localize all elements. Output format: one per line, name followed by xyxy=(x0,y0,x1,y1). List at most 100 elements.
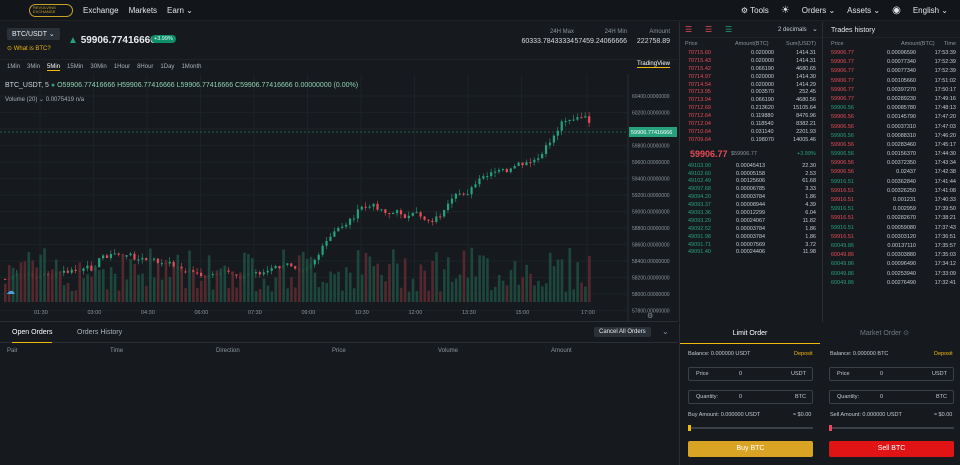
timeframe-15min[interactable]: 15Min xyxy=(67,64,83,70)
nav-earn[interactable]: Earn ⌄ xyxy=(167,6,193,15)
orderbook-row[interactable]: 49094.20 0.00003784 1.86 xyxy=(680,194,821,202)
volume-bar xyxy=(470,247,474,302)
theme-toggle-icon[interactable]: ☀ xyxy=(781,5,790,16)
buy-quantity-field[interactable]: Quantity: 0 BTC xyxy=(688,390,813,404)
orderbook-row[interactable]: 70715.42 0.066190 4680.65 xyxy=(680,66,821,74)
volume-bar xyxy=(27,252,31,302)
trade-row: 59906.77 0.00289230 17:49:16 xyxy=(823,96,960,105)
timeframe-1day[interactable]: 1Day xyxy=(160,64,174,70)
orderbook-row[interactable]: 70710.64 0.031140 2201.93 xyxy=(680,129,821,137)
decimals-select[interactable]: 2 decimals xyxy=(778,27,807,33)
orders-menu[interactable]: Orders ⌄ xyxy=(802,6,835,15)
orderbook-row[interactable]: 70713.95 0.003570 252.45 xyxy=(680,89,821,97)
nav-markets[interactable]: Markets xyxy=(129,6,157,15)
mid-price-change: +3.99% xyxy=(797,150,816,157)
tradingview-tab[interactable]: TradingView xyxy=(636,61,670,68)
orderbook-row[interactable]: 70715.60 0.020000 1414.31 xyxy=(680,50,821,58)
candle xyxy=(227,270,230,272)
orderbook-row[interactable]: 70712.64 0.119880 8476.96 xyxy=(680,113,821,121)
volume-bar xyxy=(113,273,117,302)
orderbook-row[interactable]: 49097.68 0.00006785 3.33 xyxy=(680,186,821,194)
sell-slider[interactable] xyxy=(829,425,954,431)
candle xyxy=(580,117,583,119)
volume-bar xyxy=(501,280,505,302)
orderbook-row[interactable]: 70712.69 0.213620 15105.64 xyxy=(680,105,821,113)
user-icon[interactable]: ◉ xyxy=(892,5,901,16)
ob-price: 49092.52 xyxy=(688,225,711,232)
chart-area[interactable]: 60400.0000000060200.0000000060000.000000… xyxy=(0,74,678,322)
volume-bar xyxy=(537,280,540,302)
layout-bids-icon[interactable]: ☰ xyxy=(725,25,732,34)
tab-orders-history[interactable]: Orders History xyxy=(77,329,122,336)
volume-bar xyxy=(180,268,183,302)
buy-slider-handle[interactable] xyxy=(688,425,691,431)
layout-both-icon[interactable]: ☰ xyxy=(685,25,692,34)
stat-low-label: 24H Min xyxy=(604,29,627,35)
buy-price-field[interactable]: Price 0 USDT xyxy=(688,367,813,381)
cancel-all-button[interactable]: Cancel All Orders xyxy=(594,327,651,337)
timeframe-1min[interactable]: 1Min xyxy=(7,64,20,70)
timeframe-1month[interactable]: 1Month xyxy=(181,64,201,70)
orderbook-row[interactable]: 49102.60 0.00005158 2.53 xyxy=(680,171,821,179)
candle xyxy=(290,263,293,267)
language-menu[interactable]: English ⌄ xyxy=(913,6,948,15)
orderbook-row[interactable]: 70712.04 0.118540 8382.21 xyxy=(680,121,821,129)
orderbook-row[interactable]: 49091.98 0.00003784 1.86 xyxy=(680,234,821,242)
chevron-down-icon[interactable]: ⌄ xyxy=(812,25,818,33)
candle xyxy=(443,210,446,217)
tab-limit-order[interactable]: Limit Order xyxy=(680,323,820,344)
sell-button[interactable]: Sell BTC xyxy=(829,441,954,457)
buy-button[interactable]: Buy BTC xyxy=(688,441,813,457)
ob-sum: 15105.64 xyxy=(793,105,816,112)
tools-menu[interactable]: ⚙ Tools xyxy=(741,6,769,15)
orderbook-row[interactable]: 70714.54 0.020000 1414.29 xyxy=(680,82,821,90)
volume-bar xyxy=(435,252,438,302)
volume-bar xyxy=(70,291,74,302)
orderbook-row[interactable]: 70713.94 0.066190 4680.56 xyxy=(680,97,821,105)
orders-col-price: Price xyxy=(332,348,346,354)
trades-col-1: Amount(BTC) xyxy=(901,41,935,47)
assets-menu[interactable]: Assets ⌄ xyxy=(847,6,880,15)
trade-time: 17:52:39 xyxy=(934,59,956,66)
ohlc-open: O59906.77416666 xyxy=(57,82,116,89)
nav-exchange[interactable]: Exchange xyxy=(83,6,119,15)
ob-sum: 22.30 xyxy=(802,162,816,169)
orderbook-row[interactable]: 70709.64 0.198070 14005.46 xyxy=(680,137,821,145)
orderbook-row[interactable]: 49093.29 0.00024067 11.82 xyxy=(680,218,821,226)
buy-deposit-link[interactable]: Deposit xyxy=(794,351,813,357)
timeframe-30min[interactable]: 30Min xyxy=(90,64,106,70)
orderbook-row[interactable]: 49103.90 0.00045413 22.30 xyxy=(680,163,821,171)
buy-slider[interactable] xyxy=(688,425,813,431)
candle xyxy=(415,212,418,214)
orderbook-row[interactable]: 49092.52 0.00003784 1.86 xyxy=(680,226,821,234)
timeframe-1hour[interactable]: 1Hour xyxy=(114,64,130,70)
orderbook-row[interactable]: 70714.97 0.020000 1414.30 xyxy=(680,74,821,82)
what-is-link[interactable]: ⊙ What is BTC? xyxy=(7,45,51,52)
orderbook-row[interactable]: 49093.36 0.00012299 6.04 xyxy=(680,210,821,218)
sell-deposit-link[interactable]: Deposit xyxy=(934,351,953,357)
tab-open-orders[interactable]: Open Orders xyxy=(12,329,53,343)
orderbook-row[interactable]: 49102.49 0.00125606 61.68 xyxy=(680,178,821,186)
volume-bar xyxy=(372,266,376,302)
trade-time: 17:41:44 xyxy=(934,178,956,185)
trade-time: 17:45:17 xyxy=(934,141,956,148)
timeframe-8hour[interactable]: 8Hour xyxy=(137,64,153,70)
logo[interactable]: REVOLVING EXCHANGE xyxy=(29,3,73,17)
sell-quantity-field[interactable]: Quantity: 0 BTC xyxy=(829,390,954,404)
orders-columns: Pair Time Direction Price Volume Amount xyxy=(0,348,678,358)
timeframe-5min[interactable]: 5Min xyxy=(47,64,61,71)
layout-asks-icon[interactable]: ☰ xyxy=(705,25,712,34)
orderbook-row[interactable]: 49091.40 0.00024406 11.98 xyxy=(680,249,821,257)
trade-amount: 0.02437 xyxy=(896,169,916,176)
pair-selector[interactable]: BTC/USDT ⌄ xyxy=(7,28,60,40)
orderbook-row[interactable]: 70715.43 0.020000 1414.31 xyxy=(680,58,821,66)
timeframe-3min[interactable]: 3Min xyxy=(27,64,40,70)
sell-slider-handle[interactable] xyxy=(829,425,832,431)
orderbook-row[interactable]: 49093.37 0.00008944 4.39 xyxy=(680,202,821,210)
tab-market-order[interactable]: Market Order ⊙ xyxy=(820,323,960,344)
chevron-down-icon[interactable]: ⌄ xyxy=(662,327,669,336)
sell-price-field[interactable]: Price 0 USDT xyxy=(829,367,954,381)
candle xyxy=(133,253,136,260)
candlestick-chart[interactable]: 60400.0000000060200.0000000060000.000000… xyxy=(0,74,678,322)
orderbook-row[interactable]: 49091.71 0.00007569 3.72 xyxy=(680,242,821,250)
